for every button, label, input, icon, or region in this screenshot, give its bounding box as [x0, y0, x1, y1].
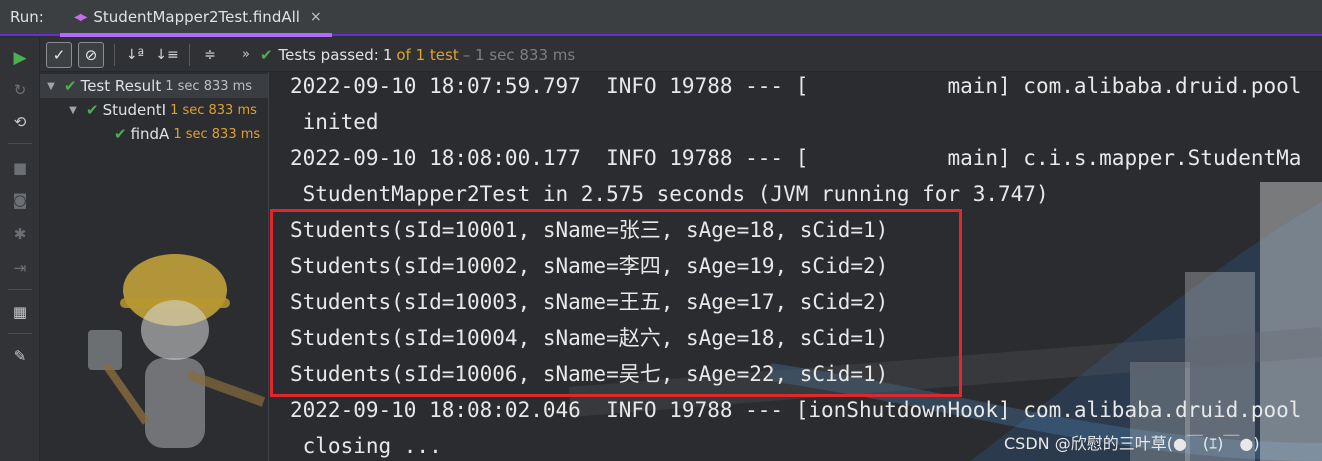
check-icon: ✔ [64, 77, 77, 95]
check-icon: ✔ [86, 101, 99, 119]
tree-item-student-mapper[interactable]: ▼ ✔ StudentI 1 sec 833 ms [66, 98, 257, 122]
run-tab-bar: Run: ◀▶ StudentMapper2Test.findAll × [0, 0, 1322, 37]
console-line: inited [290, 110, 379, 134]
show-ignored-button[interactable]: ⊘ [78, 41, 104, 68]
divider [189, 43, 190, 66]
watermark: CSDN @欣慰的三叶草(●￣(ｴ)￣●) [1004, 434, 1260, 453]
divider [8, 143, 32, 144]
divider [8, 333, 32, 334]
divider [114, 43, 115, 66]
console-line: 2022-09-10 18:08:02.046 INFO 19788 --- [… [290, 398, 1302, 422]
test-status: ✔ Tests passed: 1 of 1 test – 1 sec 833 … [260, 46, 575, 64]
tree-item-test-result[interactable]: ▼ ✔ Test Result 1 sec 833 ms [40, 74, 268, 98]
status-of-total: of 1 test [396, 45, 459, 64]
settings-icon[interactable]: ✱ [8, 222, 32, 246]
more-actions-icon[interactable]: » [242, 47, 250, 62]
check-icon: ✔ [259, 45, 273, 64]
tree-item-label: StudentI [102, 101, 167, 119]
highlight-annotation [270, 209, 962, 397]
rerun-failed-icon[interactable]: ↻ [8, 78, 32, 102]
play-icon[interactable]: ▶ [8, 46, 32, 70]
camera-icon[interactable]: ◙ [8, 188, 32, 212]
test-toolbar: ✓ ⊘ ↓ª ↓≡ ≑ » ✔ Tests passed: 1 of 1 tes… [40, 38, 1322, 72]
console-line: 2022-09-10 18:08:00.177 INFO 19788 --- [… [290, 146, 1302, 170]
tree-item-label: Test Result [80, 77, 162, 95]
tree-item-time: 1 sec 833 ms [165, 78, 253, 94]
close-icon[interactable]: × [310, 9, 322, 25]
status-duration: – 1 sec 833 ms [462, 45, 576, 64]
status-label: Tests passed: [278, 45, 379, 64]
status-count: 1 [382, 45, 393, 64]
import-icon[interactable]: ⇥ [8, 256, 32, 280]
layout-icon[interactable]: ▦ [8, 300, 32, 324]
run-side-toolbar: ▶ ↻ ⟲ ■ ◙ ✱ ⇥ ▦ ✎ [0, 38, 40, 461]
chevron-down-icon[interactable]: ▼ [44, 81, 58, 92]
tree-item-time: 1 sec 833 ms [170, 102, 257, 118]
console-line: closing ... [290, 434, 442, 458]
collapse-all-icon[interactable]: ≑ [198, 43, 222, 67]
stop-icon[interactable]: ■ [8, 156, 32, 180]
tree-item-label: findA [130, 125, 170, 143]
run-config-icon: ◀▶ [74, 11, 87, 23]
tree-item-find-all[interactable]: ✔ findA 1 sec 833 ms [114, 122, 260, 146]
show-passed-button[interactable]: ✓ [46, 41, 72, 68]
check-icon: ✔ [114, 125, 127, 143]
console-line: 2022-09-10 18:07:59.797 INFO 19788 --- [… [290, 74, 1302, 98]
run-label: Run: [10, 8, 44, 26]
divider [8, 289, 32, 290]
pin-icon[interactable]: ✎ [8, 344, 32, 368]
sort-duration-icon[interactable]: ↓≡ [155, 43, 179, 67]
mascot-background-image [88, 254, 266, 448]
toggle-auto-test-icon[interactable]: ⟲ [8, 110, 32, 134]
sort-alpha-icon[interactable]: ↓ª [123, 43, 147, 67]
tree-item-time: 1 sec 833 ms [173, 126, 261, 142]
tab-title: StudentMapper2Test.findAll [93, 8, 300, 26]
tab-run-config[interactable]: ◀▶ StudentMapper2Test.findAll × [60, 0, 332, 37]
chevron-down-icon[interactable]: ▼ [66, 105, 80, 116]
